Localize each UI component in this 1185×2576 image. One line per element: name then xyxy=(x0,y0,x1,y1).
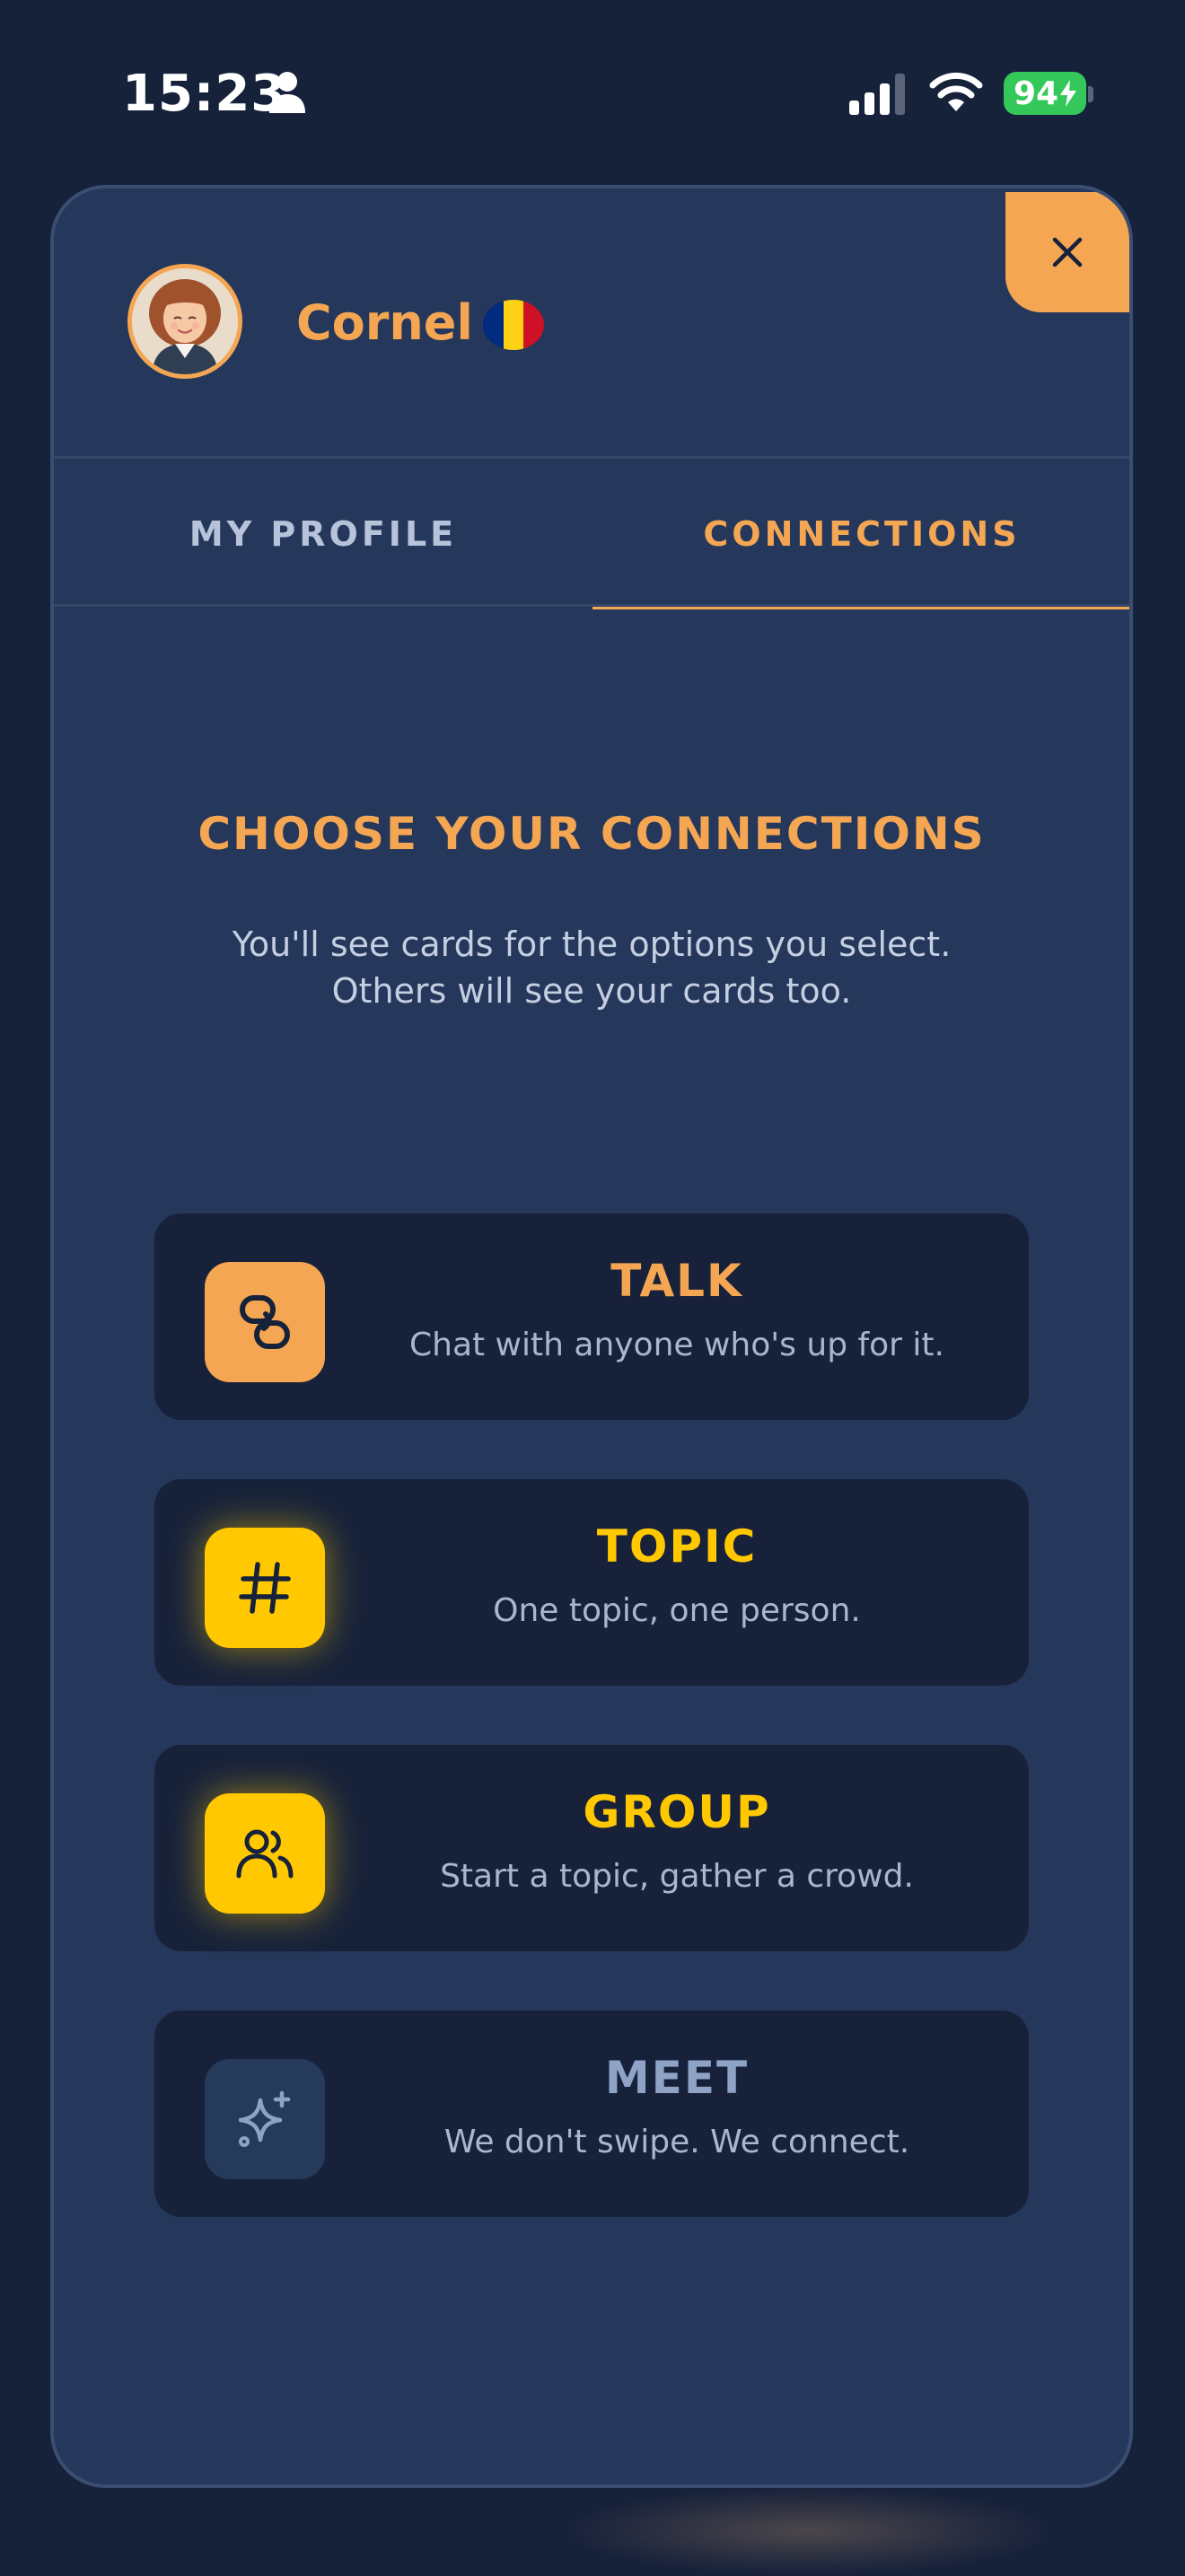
battery-level: 94 xyxy=(1013,74,1059,112)
option-subtitle: We don't swipe. We connect. xyxy=(443,2124,910,2160)
avatar[interactable] xyxy=(127,264,242,379)
avatar-image xyxy=(132,268,238,374)
option-card-group[interactable]: GROUP Start a topic, gather a crowd. xyxy=(154,1745,1029,1951)
tab-bar: MY PROFILE CONNECTIONS xyxy=(54,459,1129,609)
battery-indicator: 94 xyxy=(1004,72,1086,115)
close-button[interactable] xyxy=(1005,192,1129,312)
battery-cap xyxy=(1088,86,1093,102)
section-title: CHOOSE YOUR CONNECTIONS xyxy=(198,808,986,860)
group-icon xyxy=(205,1793,325,1914)
hashtag-icon xyxy=(205,1528,325,1648)
person-icon xyxy=(269,72,305,113)
status-time: 15:23 xyxy=(122,65,287,123)
option-subtitle: One topic, one person. xyxy=(493,1592,861,1629)
option-card-topic[interactable]: TOPIC One topic, one person. xyxy=(154,1479,1029,1686)
tabs-divider xyxy=(54,604,1129,607)
tab-connections[interactable]: CONNECTIONS xyxy=(592,459,1129,609)
option-card-talk[interactable]: TALK Chat with anyone who's up for it. xyxy=(154,1214,1029,1420)
romania-flag-icon xyxy=(483,300,544,350)
section-description: You'll see cards for the options you sel… xyxy=(54,921,1129,1014)
wifi-icon xyxy=(929,72,983,111)
cellular-signal-icon xyxy=(849,74,905,115)
option-title: TOPIC xyxy=(596,1520,758,1573)
option-title: GROUP xyxy=(583,1786,771,1838)
user-name: Cornel xyxy=(296,294,473,351)
sparkle-icon xyxy=(205,2059,325,2179)
description-line: You'll see cards for the options you sel… xyxy=(232,924,952,964)
profile-panel: Cornel MY PROFILE CONNECTIONS CHOOSE YOU… xyxy=(50,185,1133,2488)
tab-my-profile[interactable]: MY PROFILE xyxy=(54,459,592,609)
link-icon xyxy=(205,1262,325,1382)
option-card-meet[interactable]: MEET We don't swipe. We connect. xyxy=(154,2011,1029,2217)
option-subtitle: Start a topic, gather a crowd. xyxy=(440,1858,914,1895)
close-icon xyxy=(1052,237,1083,267)
option-title: TALK xyxy=(610,1255,743,1307)
bottom-glow xyxy=(557,2486,1059,2576)
status-bar: 15:23 94 xyxy=(0,0,1185,180)
description-line: Others will see your cards too. xyxy=(331,971,852,1011)
option-title: MEET xyxy=(604,2052,750,2104)
charging-bolt-icon xyxy=(1060,80,1077,107)
option-subtitle: Chat with anyone who's up for it. xyxy=(408,1327,944,1363)
